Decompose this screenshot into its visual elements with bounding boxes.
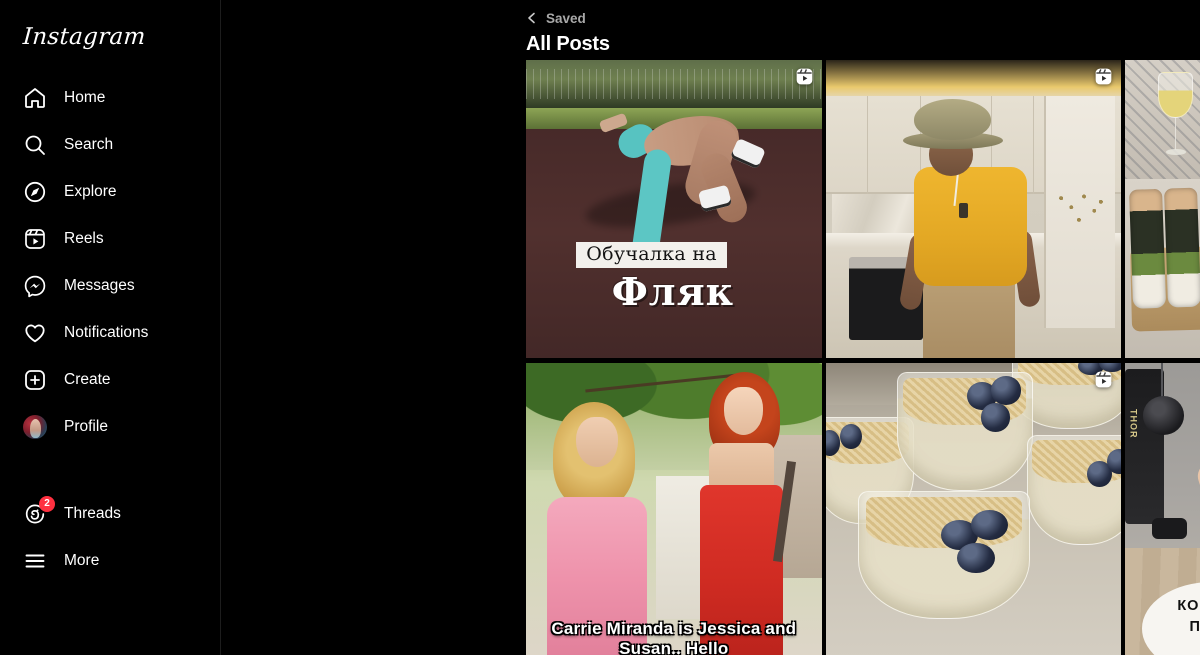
post-thumbnail bbox=[1125, 60, 1200, 358]
sidebar-item-profile[interactable]: Profile bbox=[12, 403, 208, 450]
post-caption-line2: Фляк bbox=[611, 268, 735, 314]
sidebar-item-messages[interactable]: Messages bbox=[12, 262, 208, 309]
threads-badge: 2 bbox=[39, 495, 55, 512]
sidebar-item-label: Reels bbox=[64, 229, 104, 247]
search-icon bbox=[22, 132, 48, 158]
grid-post-dessert-bowls[interactable] bbox=[825, 363, 1122, 655]
reels-badge-icon bbox=[1095, 68, 1112, 85]
sidebar-item-reels[interactable]: Reels bbox=[12, 215, 208, 262]
sidebar-item-label: Search bbox=[64, 135, 114, 153]
hamburger-icon bbox=[22, 548, 48, 574]
sidebar-item-notifications[interactable]: Notifications bbox=[12, 309, 208, 356]
grid-post-man-kitchen[interactable] bbox=[825, 60, 1122, 358]
plus-square-icon bbox=[22, 367, 48, 393]
heart-icon bbox=[22, 320, 48, 346]
saved-posts-grid: Обучалка на Фляк Carrie Miranda is Jessi… bbox=[526, 60, 1200, 655]
instagram-wordmark: Instagram bbox=[22, 24, 147, 50]
avatar-icon bbox=[22, 414, 48, 440]
grid-post-boxing-woman[interactable]: КОГДА ТРЕНЕР СКАЗАЛ ПОРАБОТАТЬ ПЕРЕД ЗЕР… bbox=[1125, 363, 1200, 655]
avatar bbox=[23, 414, 47, 439]
chevron-left-icon bbox=[528, 12, 535, 24]
sidebar-item-label: Notifications bbox=[64, 323, 149, 341]
grid-post-gymnast[interactable]: Обучалка на Фляк bbox=[526, 60, 822, 358]
instagram-logo[interactable]: Instagram bbox=[12, 0, 208, 74]
post-subtitle: Carrie Miranda is Jessica and Susan.. He… bbox=[551, 618, 797, 655]
home-icon bbox=[22, 85, 48, 111]
threads-icon: 2 bbox=[22, 495, 55, 527]
sidebar-nav: Home Search Explore Reels Messages Notif… bbox=[12, 74, 208, 584]
post-caption-line1: Обучалка на bbox=[576, 241, 727, 268]
sidebar-item-explore[interactable]: Explore bbox=[12, 168, 208, 215]
sidebar-item-label: Profile bbox=[64, 417, 108, 435]
sidebar-item-label: Home bbox=[64, 88, 106, 106]
grid-post-two-women[interactable]: Carrie Miranda is Jessica and Susan.. He… bbox=[526, 363, 822, 655]
instagram-app: Instagram Home Search Explore Reels Mess… bbox=[0, 0, 1200, 655]
sidebar-item-label: Threads bbox=[64, 504, 121, 522]
main-content: Saved All Posts Обучалка на Фляк Carrie … bbox=[221, 0, 1200, 655]
sidebar-item-threads[interactable]: 2 Threads bbox=[12, 490, 208, 537]
reels-badge-icon bbox=[1095, 371, 1112, 388]
post-thumbnail bbox=[526, 363, 822, 655]
sidebar-item-label: Messages bbox=[64, 276, 135, 294]
post-thumbnail bbox=[825, 363, 1122, 655]
sidebar: Instagram Home Search Explore Reels Mess… bbox=[0, 0, 221, 655]
sidebar-item-create[interactable]: Create bbox=[12, 356, 208, 403]
sidebar-item-home[interactable]: Home bbox=[12, 74, 208, 121]
post-thumbnail bbox=[825, 60, 1122, 358]
back-to-saved-button[interactable]: Saved bbox=[221, 0, 1200, 30]
sidebar-item-label: Explore bbox=[64, 182, 117, 200]
sidebar-item-label: Create bbox=[64, 370, 111, 388]
compass-icon bbox=[22, 179, 48, 205]
back-label: Saved bbox=[546, 10, 586, 26]
sidebar-item-label: More bbox=[64, 551, 100, 569]
sidebar-item-search[interactable]: Search bbox=[12, 121, 208, 168]
messenger-icon bbox=[22, 273, 48, 299]
grid-post-sushi[interactable] bbox=[1125, 60, 1200, 358]
sidebar-item-more[interactable]: More bbox=[12, 537, 208, 584]
reels-icon bbox=[22, 226, 48, 252]
reels-badge-icon bbox=[796, 68, 812, 85]
page-title: All Posts bbox=[526, 33, 610, 55]
